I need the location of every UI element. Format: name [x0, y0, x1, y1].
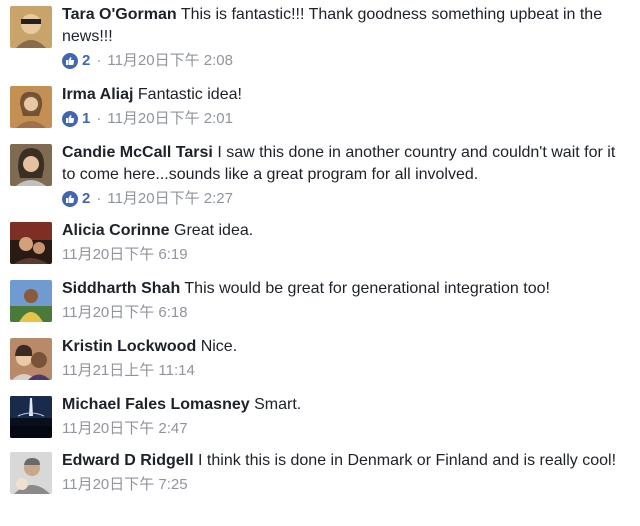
comment-text: This would be great for generational int…	[184, 280, 550, 297]
comment-author[interactable]: Michael Fales Lomasney	[62, 396, 250, 413]
like-icon[interactable]	[62, 191, 78, 207]
comment-timestamp[interactable]: 11月20日下午 7:25	[62, 475, 188, 495]
comment-timestamp[interactable]: 11月20日下午 6:19	[62, 245, 188, 265]
comment-author[interactable]: Candie McCall Tarsi	[62, 144, 213, 161]
avatar[interactable]	[10, 452, 52, 494]
like-count[interactable]: 2	[82, 189, 90, 209]
like-count[interactable]: 2	[82, 51, 90, 71]
avatar[interactable]	[10, 338, 52, 380]
like-count[interactable]: 1	[82, 109, 90, 129]
separator-dot: ·	[96, 52, 102, 69]
comment-timestamp[interactable]: 11月20日下午 2:27	[107, 189, 233, 209]
comment-author[interactable]: Siddharth Shah	[62, 280, 180, 297]
avatar[interactable]	[10, 144, 52, 186]
comment-meta: 11月20日下午 7:25	[62, 475, 622, 495]
comment-meta: 11月20日下午 6:18	[62, 303, 622, 323]
comment-meta: 1 · 11月20日下午 2:01	[62, 109, 622, 129]
comment-meta: 2 · 11月20日下午 2:08	[62, 51, 622, 71]
comment-text: Great idea.	[174, 222, 254, 239]
comment-timestamp[interactable]: 11月20日下午 2:08	[107, 51, 233, 71]
comment-author[interactable]: Kristin Lockwood	[62, 338, 196, 355]
comment-meta: 11月21日上午 11:14	[62, 361, 622, 381]
avatar[interactable]	[10, 6, 52, 48]
comment-text: Nice.	[200, 338, 238, 355]
comment-author[interactable]: Tara O'Gorman	[62, 6, 177, 23]
avatar[interactable]	[10, 86, 52, 128]
comment-list: Tara O'Gorman This is fantastic!!! Thank…	[0, 0, 640, 526]
comment-author[interactable]: Alicia Corinne	[62, 222, 170, 239]
avatar[interactable]	[10, 222, 52, 264]
comment-timestamp[interactable]: 11月21日上午 11:14	[62, 361, 195, 381]
avatar[interactable]	[10, 396, 52, 438]
comment-author[interactable]: Edward D Ridgell	[62, 452, 194, 469]
comment-timestamp[interactable]: 11月20日下午 6:18	[62, 303, 188, 323]
comment-timestamp[interactable]: 11月20日下午 2:01	[107, 109, 233, 129]
avatar[interactable]	[10, 280, 52, 322]
comment-text: Fantastic idea!	[137, 86, 242, 103]
comment-meta: 11月20日下午 6:19	[62, 245, 622, 265]
separator-dot: ·	[96, 110, 102, 127]
comment-text: Smart.	[254, 396, 302, 413]
comment-meta: 11月20日下午 2:47	[62, 419, 622, 439]
comment-meta: 2 · 11月20日下午 2:27	[62, 189, 622, 209]
comment-text: I think this is done in Denmark or Finla…	[198, 452, 617, 469]
comment-author[interactable]: Irma Aliaj	[62, 86, 133, 103]
like-icon[interactable]	[62, 111, 78, 127]
comment-timestamp[interactable]: 11月20日下午 2:47	[62, 419, 188, 439]
separator-dot: ·	[96, 190, 102, 207]
like-icon[interactable]	[62, 53, 78, 69]
